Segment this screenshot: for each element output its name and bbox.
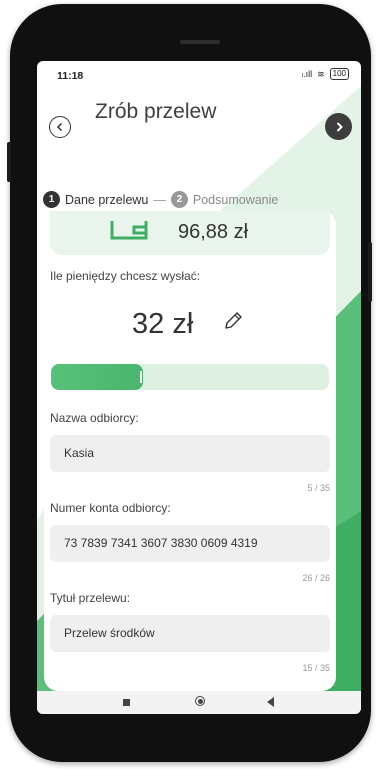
step-separator: — — [153, 192, 166, 207]
recipient-name-field[interactable]: Kasia — [50, 435, 330, 472]
balance-value: 96,88 zł — [178, 221, 249, 243]
home-icon[interactable] — [195, 696, 205, 706]
signal-icon: ₗ.ıll — [301, 68, 313, 79]
back-icon[interactable] — [267, 697, 274, 707]
system-nav-bar — [37, 691, 361, 714]
next-button[interactable] — [325, 113, 352, 140]
transfer-title-field[interactable]: Przelew środków — [50, 615, 330, 652]
wifi-icon: ≋ — [317, 68, 325, 79]
recipient-name-label: Nazwa odbiorcy: — [50, 411, 139, 425]
amount-slider-fill — [51, 364, 143, 390]
step-indicator: 1 Dane przelewu — 2 Podsumowanie — [43, 191, 278, 208]
screen: 11:18 ₗ.ıll ≋ 100 Zrób przelew 1 Dane pr… — [37, 61, 361, 714]
transfer-title-label: Tytuł przelewu: — [50, 591, 131, 605]
page-title: Zrób przelew — [95, 100, 217, 123]
power-button — [368, 242, 372, 302]
slider-handle[interactable] — [140, 371, 142, 383]
balance-box: 96,88 zł — [50, 211, 330, 255]
recents-icon[interactable] — [123, 699, 130, 706]
account-number-field[interactable]: 73 7839 7341 3607 3830 0609 4319 — [50, 525, 330, 562]
chevron-right-icon — [336, 121, 343, 132]
step-1-label: Dane przelewu — [65, 192, 149, 207]
status-bar: 11:18 ₗ.ıll ≋ 100 — [37, 61, 361, 91]
battery-icon: 100 — [329, 68, 349, 80]
amount-label: Ile pieniędzy chcesz wysłać: — [50, 269, 201, 283]
wallet-icon — [110, 221, 148, 240]
recipient-name-counter: 5 / 35 — [307, 483, 330, 493]
pencil-icon[interactable] — [222, 310, 244, 332]
step-2-label: Podsumowanie — [192, 192, 279, 207]
back-button[interactable] — [49, 116, 71, 138]
chevron-left-icon — [56, 122, 63, 132]
amount-slider[interactable] — [51, 364, 329, 390]
step-2-number: 2 — [170, 191, 188, 208]
status-time: 11:18 — [57, 70, 84, 82]
volume-button — [7, 142, 11, 182]
account-number-label: Numer konta odbiorcy: — [50, 501, 171, 515]
amount-value: 32 zł — [132, 308, 194, 340]
step-1-number: 1 — [43, 191, 60, 208]
transfer-title-counter: 15 / 35 — [302, 663, 330, 673]
speaker — [180, 40, 220, 44]
transfer-form-card: 96,88 zł Ile pieniędzy chcesz wysłać: 32… — [44, 211, 336, 691]
phone-frame: 11:18 ₗ.ıll ≋ 100 Zrób przelew 1 Dane pr… — [7, 4, 372, 762]
account-number-counter: 26 / 26 — [302, 573, 330, 583]
